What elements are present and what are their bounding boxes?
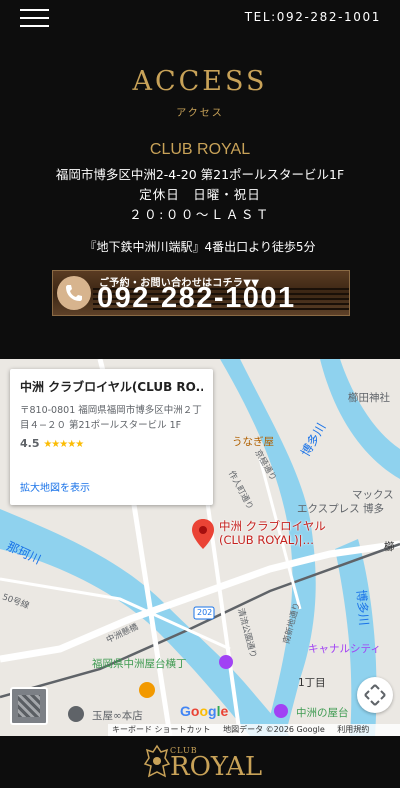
top-bar: TEL:092-282-1001 <box>0 0 400 36</box>
map-label: 櫛田神社 <box>348 392 390 404</box>
map-label: 中洲の屋台 <box>296 707 349 719</box>
map-label: マックス <box>352 489 394 501</box>
club-name: CLUB ROYAL <box>149 141 251 158</box>
place-rating: 4.5 ★★★★★ <box>20 437 203 450</box>
google-map[interactable]: 櫛田神社 うなぎ屋 博多川 京極通り 作人町通り マックス エクスプレス 博多 … <box>0 359 400 736</box>
satellite-toggle[interactable] <box>10 687 48 725</box>
map-label: 玉屋∞本店 <box>92 710 143 722</box>
map-label: 福岡県中洲屋台横丁 <box>92 658 187 670</box>
section-subtitle: アクセス <box>176 108 224 119</box>
header-tel-link[interactable]: TEL:092-282-1001 <box>245 10 381 24</box>
terms-link[interactable]: 利用規約 <box>337 725 369 734</box>
crest-icon <box>143 744 171 778</box>
map-pin-label[interactable]: 中洲 クラブロイヤル (CLUB ROYAL)|… <box>219 519 326 547</box>
place-info-card: 中洲 クラブロイヤル(CLUB RO... 〒810-0801 福岡県福岡市博多… <box>10 369 213 505</box>
closed-days-text: 定休日 日曜・祝日 <box>139 187 261 202</box>
map-data-text: 地図データ ©2026 Google <box>223 725 325 734</box>
google-logo: Google <box>180 703 229 719</box>
map-label: 博多川 <box>353 588 372 627</box>
station-text: 『地下鉄中洲川端駅』4番出口より徒歩5分 <box>84 240 316 254</box>
map-label: 1丁目 <box>298 677 326 689</box>
pin-label-line2: (CLUB ROYAL)|… <box>219 533 314 547</box>
phone-icon <box>57 276 91 310</box>
place-address: 〒810-0801 福岡県福岡市博多区中洲２丁目４−２０ 第21ポールスタービル… <box>20 405 202 431</box>
map-footer: キーボード ショートカット 地図データ ©2026 Google 利用規約 <box>108 724 400 736</box>
menu-icon[interactable] <box>20 9 49 27</box>
view-larger-map-link[interactable]: 拡大地図を表示 <box>20 479 90 494</box>
fullscreen-button[interactable] <box>357 677 393 713</box>
banner-phone-number: 092-282-1001 <box>97 282 296 314</box>
place-name: 中洲 クラブロイヤル(CLUB RO... <box>20 380 203 394</box>
rating-value: 4.5 <box>20 437 40 450</box>
fullscreen-icon <box>364 684 386 706</box>
hours-text: ２０:００～ＬＡＳＴ <box>129 207 271 222</box>
map-label: キャナルシティ <box>308 643 381 655</box>
tel-banner-button[interactable]: ご予約・お問い合わせはコチラ▼▼ 092-282-1001 <box>52 270 350 316</box>
section-title: ACCESS <box>132 66 268 97</box>
map-label: 櫛 <box>384 541 395 553</box>
route-number: 202 <box>197 608 213 617</box>
rating-stars: ★★★★★ <box>43 439 84 450</box>
address-text: 福岡市博多区中洲2-4-20 第21ポールスタービル1F <box>55 167 345 182</box>
keyboard-shortcuts-link[interactable]: キーボード ショートカット <box>112 725 211 734</box>
map-label: うなぎ屋 <box>232 436 274 448</box>
footer-logo[interactable]: ROYAL <box>170 752 262 782</box>
map-label: エクスプレス 博多 <box>297 503 385 515</box>
pin-label-line1: 中洲 クラブロイヤル <box>219 519 326 533</box>
